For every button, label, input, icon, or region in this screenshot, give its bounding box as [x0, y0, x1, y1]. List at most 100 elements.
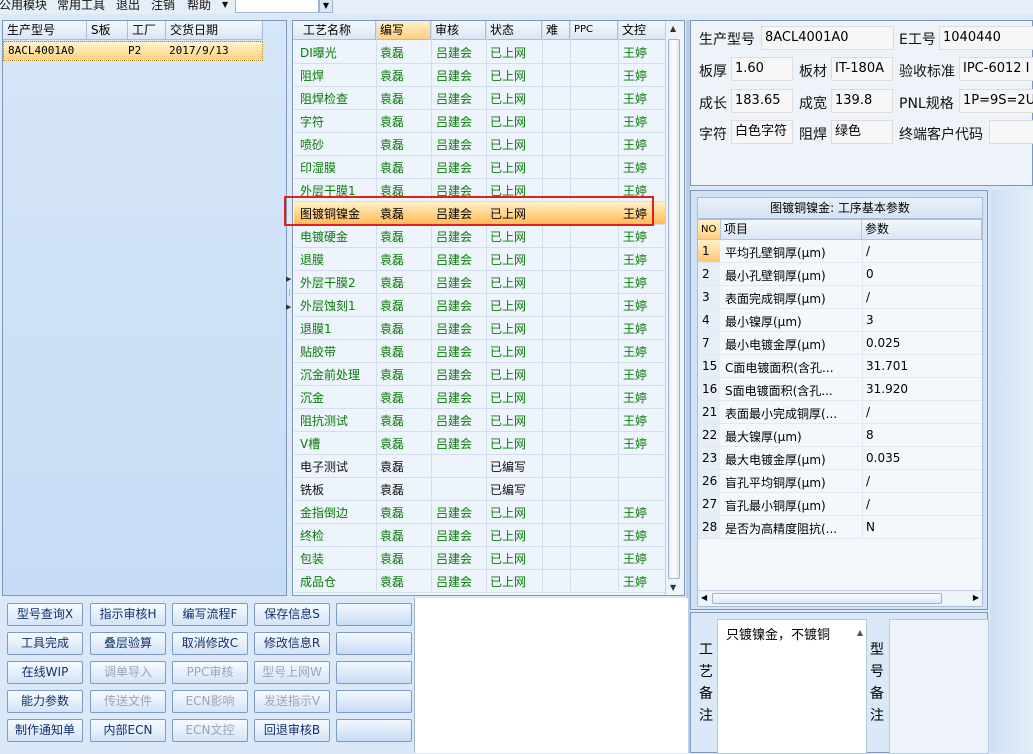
param-row[interactable]: 23 最大电镀金厚(μm) 0.035 — [698, 447, 982, 470]
process-row[interactable]: 成品仓 袁磊 吕建会 已上网 王婷 — [294, 570, 665, 593]
process-row[interactable]: 退膜1 袁磊 吕建会 已上网 王婷 — [294, 317, 665, 340]
blank-button[interactable] — [336, 719, 412, 742]
menu-item-logout[interactable]: 注销 — [151, 0, 175, 13]
action-button[interactable]: 取消修改C — [172, 632, 248, 655]
action-button[interactable]: 回退审核B — [254, 719, 330, 742]
scroll-left-icon[interactable]: ◀ — [701, 593, 707, 602]
customer-code-field[interactable] — [989, 120, 1033, 144]
action-button[interactable]: 型号查询X — [7, 603, 83, 626]
action-button[interactable]: 编写流程F — [172, 603, 248, 626]
col-header-difficulty[interactable]: 难 — [542, 21, 570, 40]
process-row[interactable]: 沉金 袁磊 吕建会 已上网 王婷 — [294, 386, 665, 409]
process-row[interactable]: 字符 袁磊 吕建会 已上网 王婷 — [294, 110, 665, 133]
param-row[interactable]: 2 最小孔壁铜厚(μm) 0 — [698, 263, 982, 286]
menu-item-exit[interactable]: 退出 — [116, 0, 140, 13]
hscrollbar-thumb[interactable] — [712, 593, 942, 604]
col-header-writer[interactable]: 编写 — [376, 21, 431, 40]
action-button[interactable]: 能力参数 — [7, 690, 83, 713]
action-button[interactable]: 在线WIP — [7, 661, 83, 684]
action-button[interactable]: 叠层验算 — [90, 632, 166, 655]
process-row[interactable]: 外层干膜2 袁磊 吕建会 已上网 王婷 — [294, 271, 665, 294]
menu-item-help[interactable]: 帮助 — [187, 0, 211, 13]
param-row[interactable]: 27 盲孔最小铜厚(μm) / — [698, 493, 982, 516]
action-button[interactable]: 型号上网W — [254, 661, 330, 684]
process-row[interactable]: 沉金前处理 袁磊 吕建会 已上网 王婷 — [294, 363, 665, 386]
scrollbar-thumb[interactable] — [668, 39, 680, 579]
process-row[interactable]: 喷砂 袁磊 吕建会 已上网 王婷 — [294, 133, 665, 156]
col-header-item[interactable]: 项目 — [721, 220, 862, 240]
col-header-reviewer[interactable]: 审核 — [431, 21, 486, 40]
menu-item-common-tools[interactable]: 常用工具 — [57, 0, 105, 13]
process-row[interactable]: 贴胶带 袁磊 吕建会 已上网 王婷 — [294, 340, 665, 363]
process-row[interactable]: V槽 袁磊 吕建会 已上网 王婷 — [294, 432, 665, 455]
action-button[interactable]: 传送文件 — [90, 690, 166, 713]
process-row[interactable]: 印湿膜 袁磊 吕建会 已上网 王婷 — [294, 156, 665, 179]
process-row[interactable]: 铣板 袁磊 已编写 — [294, 478, 665, 501]
scroll-up-icon[interactable]: ▲ — [670, 24, 676, 33]
solder-mask-field[interactable]: 绿色 — [831, 120, 893, 144]
param-row[interactable]: 26 盲孔平均铜厚(μm) / — [698, 470, 982, 493]
scroll-right-icon[interactable]: ▶ — [973, 593, 979, 602]
col-header-delivery-date[interactable]: 交货日期 — [166, 21, 263, 40]
scroll-up-icon[interactable]: ▲ — [857, 623, 863, 643]
menu-combo-input[interactable] — [235, 0, 319, 13]
action-button[interactable]: ECN文控 — [172, 719, 248, 742]
col-header-s-board[interactable]: S板 — [87, 21, 128, 40]
param-row[interactable]: 3 表面完成铜厚(μm) / — [698, 286, 982, 309]
action-button[interactable]: 修改信息R — [254, 632, 330, 655]
param-row[interactable]: 28 是否为高精度阻抗(... N — [698, 516, 982, 539]
process-remark-field[interactable]: 只镀镍金，不镀铜 ▲ — [717, 619, 867, 754]
e-number-field[interactable]: 1040440 — [939, 26, 1033, 50]
param-row[interactable]: 1 平均孔壁铜厚(μm) / — [698, 240, 982, 263]
col-header-factory[interactable]: 工厂 — [128, 21, 166, 40]
process-row[interactable]: 包装 袁磊 吕建会 已上网 王婷 — [294, 547, 665, 570]
col-header-no[interactable]: NO — [698, 220, 721, 240]
action-button[interactable]: 内部ECN — [90, 719, 166, 742]
action-button[interactable]: 调单导入 — [90, 661, 166, 684]
scroll-down-icon[interactable]: ▼ — [670, 583, 676, 592]
param-row[interactable]: 16 S面电镀面积(含孔... 31.920 — [698, 378, 982, 401]
model-row-selected[interactable]: 8ACL4001A0 P2 2017/9/13 — [3, 41, 263, 61]
col-header-status[interactable]: 状态 — [486, 21, 542, 40]
length-field[interactable]: 183.65 — [731, 89, 793, 113]
col-header-doc-control[interactable]: 文控 — [618, 21, 666, 40]
action-button[interactable]: 指示审核H — [90, 603, 166, 626]
blank-button[interactable] — [336, 632, 412, 655]
col-header-value[interactable]: 参数 — [862, 220, 982, 240]
col-header-process-name[interactable]: 工艺名称 — [293, 21, 376, 40]
process-grid-scrollbar[interactable]: ▲ ▼ — [665, 21, 682, 595]
help-dropdown-icon[interactable]: ▼ — [222, 0, 228, 9]
chevron-down-icon[interactable]: ▼ — [319, 0, 333, 13]
process-row[interactable]: 阻抗测试 袁磊 吕建会 已上网 王婷 — [294, 409, 665, 432]
action-button[interactable]: 制作通知单 — [7, 719, 83, 742]
param-row[interactable]: 21 表面最小完成铜厚(... / — [698, 401, 982, 424]
process-row[interactable]: DI曝光 袁磊 吕建会 已上网 王婷 — [294, 41, 665, 64]
width-field[interactable]: 139.8 — [831, 89, 893, 113]
thickness-field[interactable]: 1.60 — [731, 57, 793, 81]
standard-field[interactable]: IPC-6012 I — [959, 57, 1033, 81]
param-row[interactable]: 22 最大镍厚(μm) 8 — [698, 424, 982, 447]
param-row[interactable]: 4 最小镍厚(μm) 3 — [698, 309, 982, 332]
param-row[interactable]: 15 C面电镀面积(含孔... 31.701 — [698, 355, 982, 378]
blank-button[interactable] — [336, 661, 412, 684]
process-row[interactable]: 终检 袁磊 吕建会 已上网 王婷 — [294, 524, 665, 547]
material-field[interactable]: IT-180A — [831, 57, 893, 81]
param-row[interactable]: 7 最小电镀金厚(μm) 0.025 — [698, 332, 982, 355]
action-button[interactable]: 工具完成 — [7, 632, 83, 655]
process-row[interactable]: 阻焊 袁磊 吕建会 已上网 王婷 — [294, 64, 665, 87]
blank-button[interactable] — [336, 690, 412, 713]
pnl-spec-field[interactable]: 1P=9S=2U — [959, 89, 1033, 113]
process-row[interactable]: 电子测试 袁磊 已编写 — [294, 455, 665, 478]
action-button[interactable]: 保存信息S — [254, 603, 330, 626]
process-row[interactable]: 阻焊检查 袁磊 吕建会 已上网 王婷 — [294, 87, 665, 110]
process-row[interactable]: 金指倒边 袁磊 吕建会 已上网 王婷 — [294, 501, 665, 524]
action-button[interactable]: ECN影响 — [172, 690, 248, 713]
model-remark-field[interactable] — [889, 619, 989, 754]
action-button[interactable]: PPC审核 — [172, 661, 248, 684]
character-field[interactable]: 白色字符 — [731, 120, 793, 144]
col-header-ppc[interactable]: PPC — [570, 21, 618, 40]
process-row[interactable]: 退膜 袁磊 吕建会 已上网 王婷 — [294, 248, 665, 271]
col-header-model[interactable]: 生产型号 — [3, 21, 87, 40]
menu-item-common-modules[interactable]: 公用模块 — [0, 0, 47, 13]
action-button[interactable]: 发送指示V — [254, 690, 330, 713]
